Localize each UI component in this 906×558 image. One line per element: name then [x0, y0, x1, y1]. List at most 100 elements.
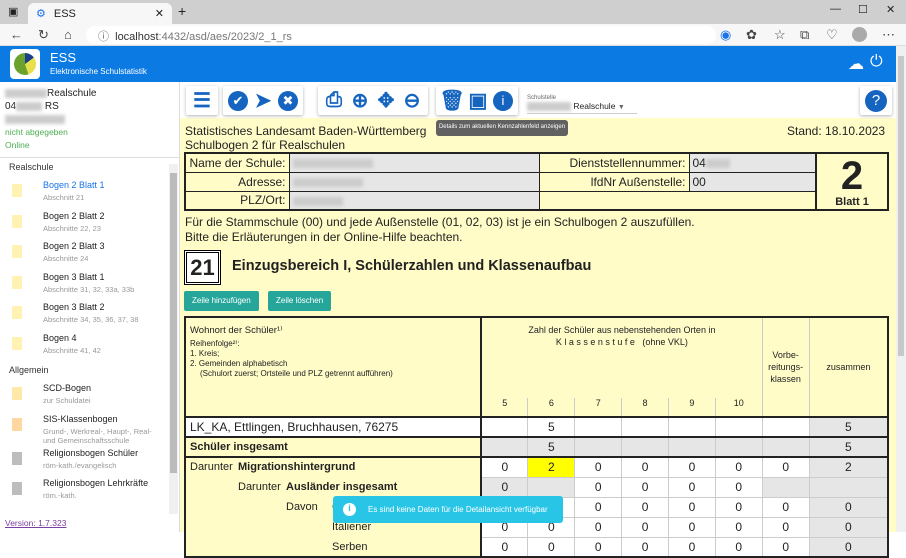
check-icon[interactable]: ✔	[228, 90, 248, 111]
collections-icon[interactable]: ⧉	[800, 27, 809, 43]
more-icon[interactable]: ⋯	[882, 27, 895, 43]
profile-avatar[interactable]	[852, 27, 867, 42]
value-cell[interactable]: 0	[761, 496, 810, 518]
sidebar-item[interactable]: Bogen 2 Blatt 3 Abschnitte 24	[12, 241, 162, 271]
sidebar-item[interactable]: Bogen 3 Blatt 2 Abschnitte 34, 35, 36, 37…	[12, 302, 162, 332]
value-cell[interactable]	[714, 416, 763, 438]
value-cell[interactable]	[667, 416, 716, 438]
value-cell[interactable]	[761, 416, 810, 438]
version-link[interactable]: Version: 1.7.323	[5, 518, 66, 528]
new-tab-button[interactable]: +	[178, 3, 186, 19]
cancel-icon[interactable]: ✖	[278, 90, 298, 111]
value-cell[interactable]: 0	[667, 476, 716, 498]
close-window-button[interactable]: ✕	[886, 3, 895, 16]
sidebar-item[interactable]: Bogen 2 Blatt 1 Abschnitt 21	[12, 180, 162, 210]
value-cell[interactable]: 0	[574, 516, 623, 538]
refresh-icon[interactable]: ↻	[38, 27, 49, 43]
value-cell[interactable]: 0	[714, 456, 763, 478]
value-cell[interactable]: 0	[761, 516, 810, 538]
value-cell[interactable]: 0	[667, 536, 716, 558]
value-cell[interactable]: 2	[527, 456, 576, 478]
sidebar-scrollbar[interactable]	[169, 164, 178, 514]
delete-row-button[interactable]: Zeile löschen	[268, 291, 332, 311]
value-cell[interactable]	[761, 436, 810, 458]
sidebar-item[interactable]: Religionsbogen Lehrkräfte röm.-kath.	[12, 478, 162, 508]
value-cell[interactable]: 0	[761, 456, 810, 478]
value-cell[interactable]: 0	[574, 496, 623, 518]
back-icon[interactable]: ←	[10, 27, 23, 42]
minimize-button[interactable]: —	[830, 3, 841, 15]
value-cell[interactable]: 0	[621, 536, 669, 558]
sidebar-item[interactable]: Bogen 4 Abschnitte 41, 42	[12, 333, 162, 363]
value-cell[interactable]: 0	[714, 536, 763, 558]
value-cell[interactable]: 0	[667, 496, 716, 518]
name-field[interactable]	[288, 152, 540, 173]
puzzle-icon[interactable]: ✿	[746, 27, 757, 43]
close-tab-icon[interactable]: ✕	[155, 7, 164, 20]
save-icon[interactable]: ▣	[467, 90, 489, 112]
value-cell[interactable]	[714, 436, 763, 458]
page-scrollbar[interactable]	[896, 46, 906, 532]
value-cell[interactable]: 0	[480, 456, 529, 478]
value-cell[interactable]: 0	[621, 476, 669, 498]
zoom-in-icon[interactable]: ⊕	[349, 90, 371, 112]
row-label[interactable]: LK_KA, Ettlingen, Bruchhausen, 76275	[184, 416, 483, 438]
value-cell[interactable]	[761, 476, 810, 498]
tab-actions-icon[interactable]: ▣	[8, 5, 18, 18]
send-icon[interactable]: ➤	[252, 90, 274, 112]
value-cell[interactable]	[574, 436, 623, 458]
value-cell[interactable]: 0	[621, 456, 669, 478]
value-cell[interactable]: 0	[574, 476, 623, 498]
info-icon[interactable]: i	[493, 90, 513, 111]
value-cell[interactable]: 0	[761, 536, 810, 558]
url-input[interactable]: ⓘ localhost:4432/asd/aes/2023/2_1_rs	[86, 26, 716, 44]
menu-icon[interactable]: ☰	[191, 90, 213, 112]
value-cell[interactable]	[480, 416, 529, 438]
value-cell[interactable]	[621, 436, 669, 458]
dienst-field[interactable]: 04	[688, 152, 817, 173]
home-icon[interactable]: ⌂	[64, 27, 72, 42]
value-cell[interactable]: 0	[667, 456, 716, 478]
power-icon[interactable]: ⏻	[870, 53, 883, 71]
sidebar-item[interactable]: SIS-Klassenbogen Grund-, Werkreal-, Haupt…	[12, 414, 162, 445]
add-row-button[interactable]: Zeile hinzufügen	[184, 291, 259, 311]
value-cell[interactable]: 0	[574, 536, 623, 558]
value-cell[interactable]: 0	[527, 536, 576, 558]
sidebar-item[interactable]: Religionsbogen Schüler röm-kath./evangeli…	[12, 448, 162, 478]
value-cell[interactable]	[574, 416, 623, 438]
zoom-out-icon[interactable]: ⊖	[401, 90, 423, 112]
cloud-download-icon[interactable]: ☁	[848, 54, 864, 74]
value-cell[interactable]: 0	[621, 496, 669, 518]
sidebar-item[interactable]: Bogen 2 Blatt 2 Abschnitte 22, 23	[12, 211, 162, 241]
value-cell[interactable]: 0	[714, 516, 763, 538]
extension-icon[interactable]: ◉	[720, 27, 731, 43]
lfdnr-field[interactable]: 00	[688, 171, 817, 192]
value-cell[interactable]	[480, 436, 529, 458]
print-icon[interactable]: ⎙	[323, 89, 345, 112]
value-cell[interactable]: 0	[621, 516, 669, 538]
help-icon[interactable]: ?	[865, 89, 887, 112]
maximize-button[interactable]: ☐	[858, 3, 868, 16]
value-cell[interactable]	[527, 476, 576, 498]
sidebar-item[interactable]: Bogen 3 Blatt 1 Abschnitte 31, 32, 33a, 3…	[12, 272, 162, 302]
value-cell[interactable]: 5	[527, 416, 576, 438]
move-icon[interactable]: ✥	[375, 90, 397, 112]
value-cell[interactable]: 0	[574, 456, 623, 478]
value-cell[interactable]: 0	[714, 496, 763, 518]
trash-icon[interactable]: 🗑	[439, 90, 464, 112]
browser-tab[interactable]: ⚙ ESS ✕	[28, 3, 172, 24]
sidebar-item[interactable]: SCD-Bogen zur Schuldatei	[12, 383, 162, 413]
schulstelle-select[interactable]: Realschule ▼	[527, 101, 637, 115]
value-cell[interactable]	[667, 436, 716, 458]
heart-icon[interactable]: ♡	[826, 27, 838, 43]
plz-field[interactable]	[288, 190, 540, 211]
form-subtitle: Schulbogen 2 für Realschulen	[185, 138, 346, 152]
favorites-icon[interactable]: ☆	[774, 27, 786, 43]
value-cell[interactable]: 0	[667, 516, 716, 538]
value-cell[interactable]: 0	[714, 476, 763, 498]
value-cell[interactable]: 0	[480, 536, 529, 558]
address-field[interactable]	[288, 171, 540, 192]
value-cell[interactable]	[621, 416, 669, 438]
value-cell[interactable]: 5	[527, 436, 576, 458]
value-cell[interactable]: 0	[480, 476, 529, 498]
